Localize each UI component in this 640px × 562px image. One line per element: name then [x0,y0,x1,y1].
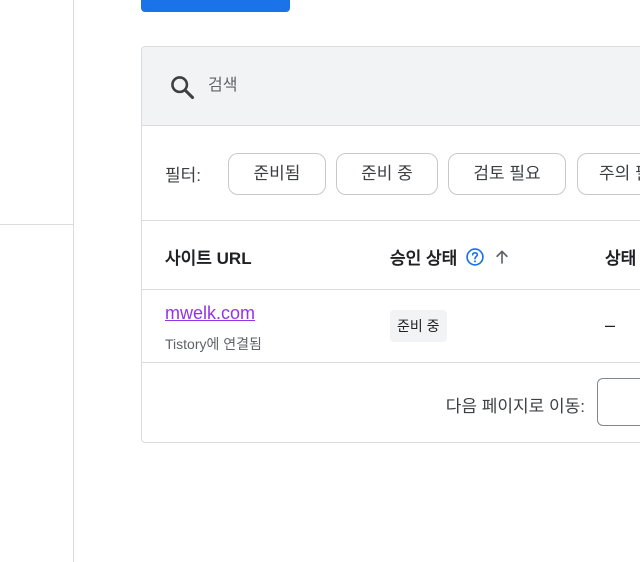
help-icon[interactable] [465,247,485,267]
page-number-input[interactable] [597,378,640,426]
sort-ascending-icon[interactable] [493,248,511,266]
filter-chip-needs-attention[interactable]: 주의 필요 [577,153,640,195]
site-connection-label: Tistory에 연결됨 [165,336,262,352]
sidebar-section-divider [0,224,73,225]
pagination-bar: 다음 페이지로 이동: [142,363,640,442]
site-link[interactable]: mwelk.com [165,303,255,324]
filter-label: 필터: [165,166,202,185]
filter-bar: 필터: 준비됨 준비 중 검토 필요 주의 필요 [142,126,640,221]
filter-chip-ready[interactable]: 준비됨 [228,153,326,195]
filter-chip-preparing[interactable]: 준비 중 [336,153,438,195]
search-icon[interactable] [168,73,196,101]
approval-status-badge: 준비 중 [390,310,447,342]
search-input[interactable] [208,74,608,98]
page: 필터: 준비됨 준비 중 검토 필요 주의 필요 사이트 URL 승인 상태 상 [0,0,640,562]
sites-table-card: 필터: 준비됨 준비 중 검토 필요 주의 필요 사이트 URL 승인 상태 상 [141,46,640,443]
go-to-page-label: 다음 페이지로 이동: [445,397,585,416]
sidebar-divider [73,0,74,562]
table-header: 사이트 URL 승인 상태 상태 [142,221,640,290]
column-header-approval-label: 승인 상태 [390,249,458,268]
column-header-approval-status[interactable]: 승인 상태 [390,244,511,269]
primary-action-button[interactable] [141,0,290,12]
column-header-status[interactable]: 상태 [605,244,636,269]
status-value: – [605,315,616,335]
table-row: mwelk.com Tistory에 연결됨 준비 중 – [142,290,640,363]
filter-chip-needs-review[interactable]: 검토 필요 [448,153,566,195]
search-bar [142,47,640,126]
column-header-site-url[interactable]: 사이트 URL [165,244,252,269]
